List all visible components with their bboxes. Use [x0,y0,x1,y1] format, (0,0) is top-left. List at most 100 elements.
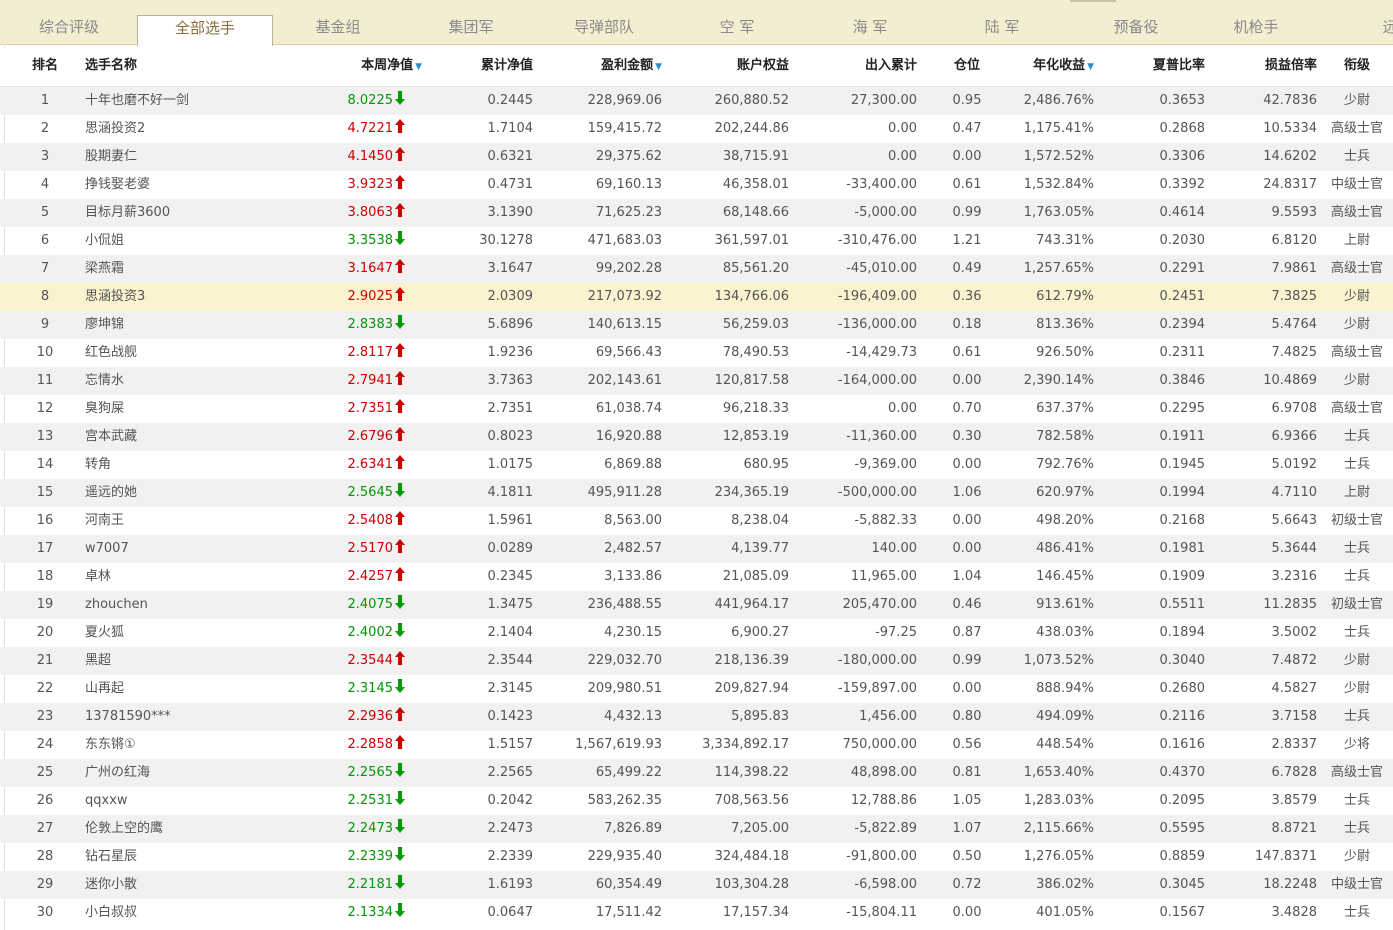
cell-name[interactable]: 13781590*** [85,703,285,731]
table-row[interactable]: 16 河南王 2.5408 1.5961 8,563.00 8,238.04 -5,882.… [0,507,1393,535]
cell-name[interactable]: 迷你小散 [85,871,285,899]
table-row[interactable]: 14 转角 2.6341 1.0175 6,869.88 680.95 -9,369.00 0… [0,451,1393,479]
cell-title-text: 士兵 [1343,429,1370,444]
cell-name[interactable]: zhouchen [85,591,285,619]
cell-name[interactable]: 卓林 [85,563,285,591]
cell-title-text: 高级士官 [1330,205,1383,220]
table-row[interactable]: 29 迷你小散 2.2181 1.6193 60,354.49 103,304.28 -6,… [0,871,1393,899]
col-cum-nav-header[interactable]: 累计净值 [440,48,533,86]
cell-name[interactable]: 转角 [85,451,285,479]
table-row[interactable]: 10 红色战舰 2.8117 1.9236 69,566.43 78,490.53 -14,… [0,339,1393,367]
table-row[interactable]: 25 广州の红海 2.2565 2.2565 65,499.22 114,398.22 48… [0,759,1393,787]
table-row[interactable]: 7 梁燕霜 3.1647 3.1647 99,202.28 85,561.20 -45,01… [0,255,1393,283]
cell-name[interactable]: 伦敦上空的鹰 [85,815,285,843]
cell-name[interactable]: 黑超 [85,647,285,675]
tab-1[interactable]: 全部选手 [137,15,273,46]
tab-7[interactable]: 陆 军 [950,0,1054,44]
table-row[interactable]: 21 黑超 2.3544 2.3544 229,032.70 218,136.39 -180… [0,647,1393,675]
table-row[interactable]: 5 目标月薪3600 3.8063 3.1390 71,625.23 68,148.66 -… [0,199,1393,227]
col-week-nav-header[interactable]: 本周净值 ▼ [300,48,422,86]
cell-rank: 11 [24,367,66,395]
col-inout-header[interactable]: 出入累计 [800,48,917,86]
cell-name[interactable]: 遥远的她 [85,479,285,507]
table-row[interactable]: 15 遥远的她 2.5645 4.1811 495,911.28 234,365.19 -5… [0,479,1393,507]
cell-name[interactable]: 河南王 [85,507,285,535]
cell-pos: 0.56 [945,731,989,759]
table-row[interactable]: 13 宫本武藏 2.6796 0.8023 16,920.88 12,853.19 -11,… [0,423,1393,451]
col-pl-ratio-header[interactable]: 损益倍率 [1220,48,1317,86]
tab-9[interactable]: 机枪手 [1210,0,1302,44]
table-row[interactable]: 6 小侃姐 3.3538 30.1278 471,683.03 361,597.01 -31… [0,227,1393,255]
col-profit-header[interactable]: 盈利金额 ▼ [540,48,662,86]
col-annual-header[interactable]: 年化收益 ▼ [990,48,1094,86]
cell-name[interactable]: 钻石星辰 [85,843,285,871]
cell-name[interactable]: 十年也磨不好一剑 [85,87,285,115]
col-equity-header[interactable]: 账户权益 [680,48,789,86]
tab-2[interactable]: 基金组 [290,0,386,44]
cell-name[interactable]: 臭狗屎 [85,395,285,423]
cell-pl-text: 9.5593 [1271,205,1318,220]
col-name-header[interactable]: 选手名称 [85,48,205,86]
cell-cum-text: 1.5157 [487,737,534,752]
table-row[interactable]: 3 股期妻仁 4.1450 0.6321 29,375.62 38,715.91 0.00 0… [0,143,1393,171]
col-sharpe-header[interactable]: 夏普比率 [1110,48,1205,86]
cell-name[interactable]: 忘情水 [85,367,285,395]
tab-0[interactable]: 综合评级 [20,0,118,44]
cell-title: 少尉 [1325,675,1389,703]
table-row[interactable]: 12 臭狗屎 2.7351 2.7351 61,038.74 96,218.33 0.00 0… [0,395,1393,423]
tab-10[interactable]: 远 [1370,0,1393,44]
table-row[interactable]: 4 挣钱娶老婆 3.9323 0.4731 69,160.13 46,358.01 -33,… [0,171,1393,199]
tab-6[interactable]: 海 军 [820,0,920,44]
cell-profit-text: 229,032.70 [587,653,662,668]
cell-name[interactable]: 宫本武藏 [85,423,285,451]
cell-name[interactable]: 小白叔叔 [85,899,285,927]
cell-name[interactable]: 思涵投资3 [85,283,285,311]
table-row[interactable]: 11 忘情水 2.7941 3.7363 202,143.61 120,817.58 -16… [0,367,1393,395]
cell-pos: 0.47 [945,115,989,143]
table-row[interactable]: 27 伦敦上空的鹰 2.2473 2.2473 7,826.89 7,205.00 -5,8… [0,815,1393,843]
table-row[interactable]: 20 夏火狐 2.4002 2.1404 4,230.15 6,900.27 -97.25 0… [0,619,1393,647]
cell-sharpe-text: 0.3653 [1159,93,1206,108]
table-row[interactable]: 24 东东锵① 2.2858 1.5157 1,567,619.93 3,334,892.… [0,731,1393,759]
cell-name[interactable]: 目标月薪3600 [85,199,285,227]
table-row[interactable]: 18 卓林 2.4257 0.2345 3,133.86 21,085.09 11,965.… [0,563,1393,591]
cell-name[interactable]: 东东锵① [85,731,285,759]
cell-cum: 1.5961 [440,507,534,535]
cell-pos-text: 0.56 [952,737,982,752]
cell-name[interactable]: qqxxw [85,787,285,815]
tab-8[interactable]: 预备役 [1090,0,1182,44]
table-row[interactable]: 2 思涵投资2 4.7221 1.7104 159,415.72 202,244.86 0.… [0,115,1393,143]
tab-5[interactable]: 空 军 [690,0,784,44]
cell-pl: 14.6202 [1220,143,1317,171]
cell-rank: 13 [24,423,66,451]
cell-name[interactable]: 红色战舰 [85,339,285,367]
table-row[interactable]: 22 山再起 2.3145 2.3145 209,980.51 209,827.94 -15… [0,675,1393,703]
cell-name[interactable]: w7007 [85,535,285,563]
table-row[interactable]: 8 思涵投资3 2.9025 2.0309 217,073.92 134,766.06 -1… [0,283,1393,311]
cell-name[interactable]: 股期妻仁 [85,143,285,171]
cell-name[interactable]: 山再起 [85,675,285,703]
cell-nav-text: 4.7221 [347,121,394,136]
cell-equity-text: 85,561.20 [722,261,789,276]
col-rank-header[interactable]: 排名 [24,48,66,86]
col-rankname-header[interactable]: 衔级 [1325,48,1389,86]
tab-3[interactable]: 集团军 [420,0,522,44]
cell-name[interactable]: 小侃姐 [85,227,285,255]
cell-name[interactable]: 广州の红海 [85,759,285,787]
table-row[interactable]: 19 zhouchen 2.4075 1.3475 236,488.55 441,964.… [0,591,1393,619]
table-row[interactable]: 23 13781590*** 2.2936 0.1423 4,432.13 5,895.8… [0,703,1393,731]
table-row[interactable]: 26 qqxxw 2.2531 0.2042 583,262.35 708,563.56 1… [0,787,1393,815]
table-row[interactable]: 17 w7007 2.5170 0.0289 2,482.57 4,139.77 140.0… [0,535,1393,563]
table-row[interactable]: 28 钻石星辰 2.2339 2.2339 229,935.40 324,484.18 -9… [0,843,1393,871]
table-row[interactable]: 9 廖坤锦 2.8383 5.6896 140,613.15 56,259.03 -136,… [0,311,1393,339]
col-position-header[interactable]: 仓位 [945,48,989,86]
table-row[interactable]: 30 小白叔叔 2.1334 0.0647 17,511.42 17,157.34 -15,… [0,899,1393,927]
tab-4[interactable]: 导弹部队 [550,0,658,44]
cell-sharpe: 0.8859 [1110,843,1206,871]
table-row[interactable]: 1 十年也磨不好一剑 8.0225 0.2445 228,969.06 260,880.5… [0,87,1393,115]
cell-name[interactable]: 梁燕霜 [85,255,285,283]
cell-name[interactable]: 廖坤锦 [85,311,285,339]
cell-name[interactable]: 思涵投资2 [85,115,285,143]
cell-name[interactable]: 夏火狐 [85,619,285,647]
cell-name[interactable]: 挣钱娶老婆 [85,171,285,199]
